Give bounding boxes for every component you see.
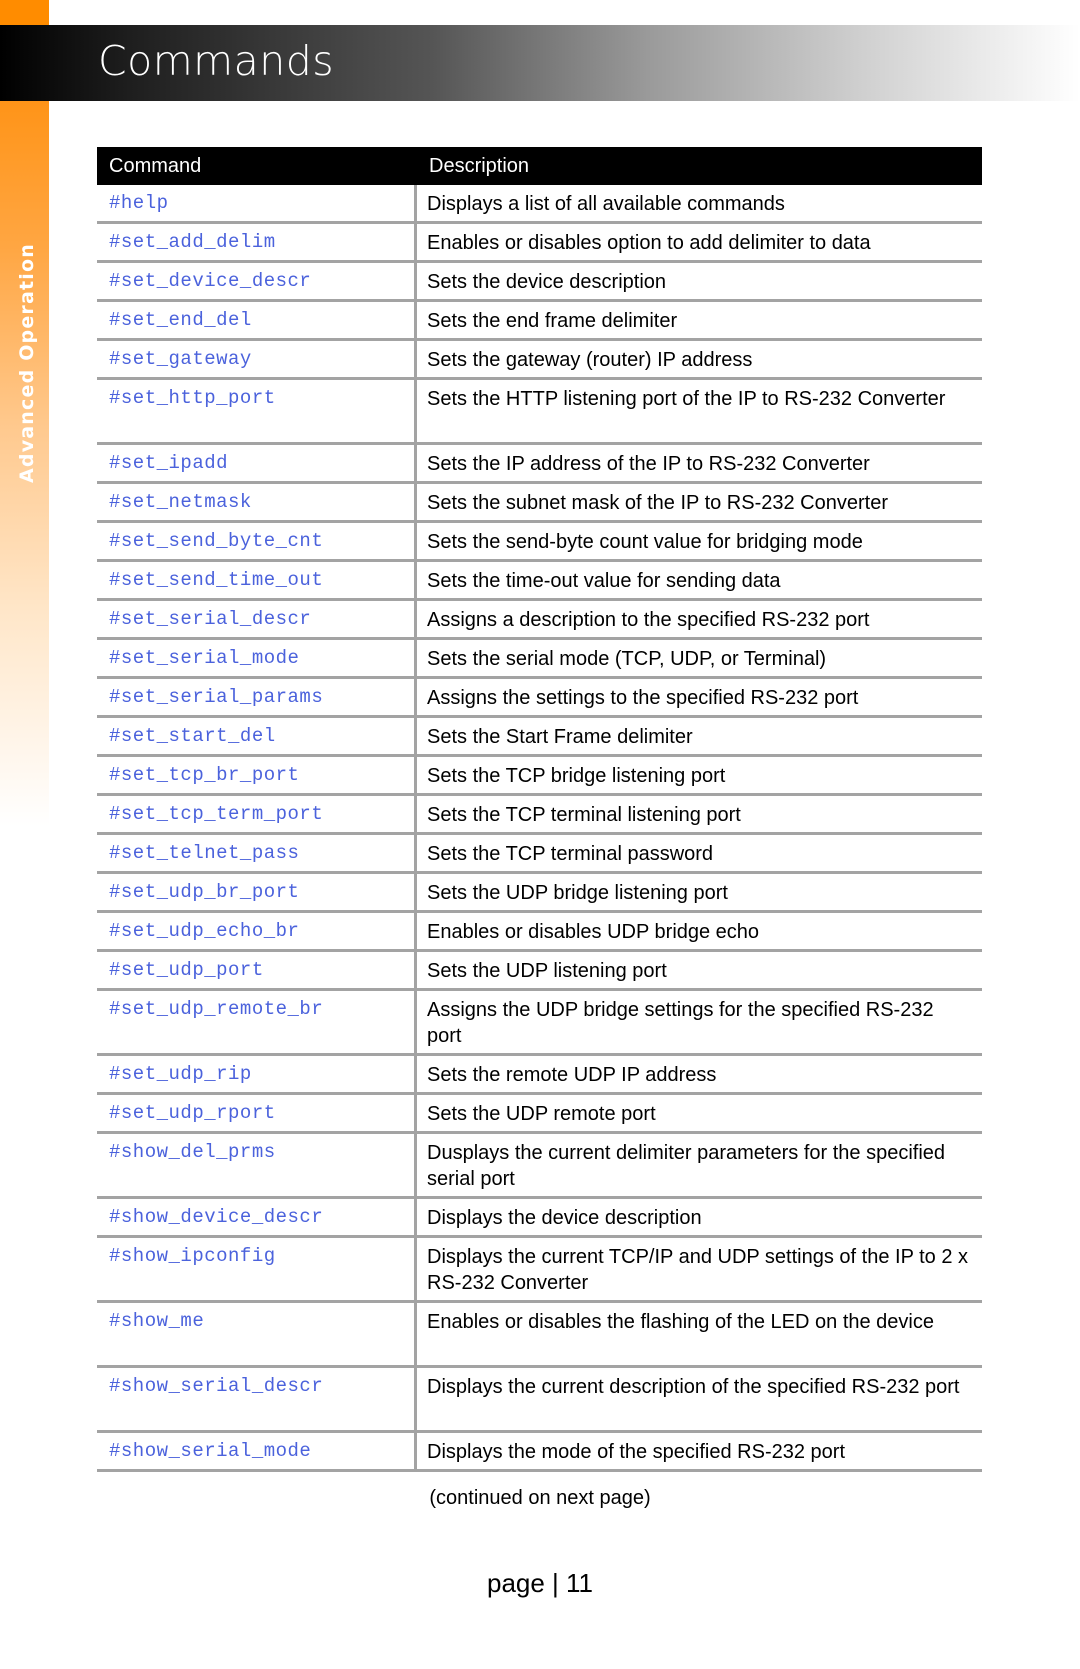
command-cell: #set_send_byte_cnt xyxy=(97,523,417,559)
table-row: #set_ipadd Sets the IP address of the IP … xyxy=(97,445,982,484)
table-row: #set_serial_descr Assigns a description t… xyxy=(97,601,982,640)
table-body: #help Displays a list of all available co… xyxy=(97,185,982,1472)
table-row: #set_udp_remote_br Assigns the UDP bridge… xyxy=(97,991,982,1056)
command-cell: #set_gateway xyxy=(97,341,417,377)
description-cell: Enables or disables the flashing of the … xyxy=(427,1311,934,1333)
table-row: #set_end_del Sets the end frame delimiter xyxy=(97,302,982,341)
table-row: #set_http_port Sets the HTTP listening po… xyxy=(97,380,982,445)
table-row: #set_netmask Sets the subnet mask of the … xyxy=(97,484,982,523)
table-row: #set_telnet_pass Sets the TCP terminal pa… xyxy=(97,835,982,874)
command-cell: #show_del_prms xyxy=(97,1134,417,1196)
column-header-description: Description xyxy=(429,154,530,177)
command-cell: #set_add_delim xyxy=(97,224,417,260)
description-cell: Displays the current description of the … xyxy=(427,1376,960,1398)
table-row: #set_serial_params Assigns the settings t… xyxy=(97,679,982,718)
table-row: #set_udp_echo_br Enables or disables UDP … xyxy=(97,913,982,952)
description-cell: Assigns the settings to the specified RS… xyxy=(427,687,859,709)
command-cell: #show_ipconfig xyxy=(97,1238,417,1300)
command-cell: #show_me xyxy=(97,1303,417,1365)
section-tab-accent xyxy=(0,0,49,25)
description-cell: Assigns a description to the specified R… xyxy=(427,609,870,631)
command-cell: #help xyxy=(97,185,417,221)
command-cell: #show_serial_descr xyxy=(97,1368,417,1430)
table-row: #show_del_prms Dusplays the current delim… xyxy=(97,1134,982,1199)
command-cell: #set_serial_mode xyxy=(97,640,417,676)
table-row: #set_tcp_br_port Sets the TCP bridge list… xyxy=(97,757,982,796)
description-cell: Sets the TCP terminal password xyxy=(427,843,714,865)
command-cell: #set_netmask xyxy=(97,484,417,520)
description-cell: Dusplays the current delimiter parameter… xyxy=(427,1142,946,1190)
command-cell: #set_ipadd xyxy=(97,445,417,481)
command-cell: #set_udp_rip xyxy=(97,1056,417,1092)
description-cell: Sets the serial mode (TCP, UDP, or Termi… xyxy=(427,648,827,670)
page-number: page | 11 xyxy=(486,1568,594,1598)
table-row: #set_add_delim Enables or disables option… xyxy=(97,224,982,263)
section-sidebar: Advanced Operation xyxy=(0,101,49,826)
table-row: #set_device_descr Sets the device descrip… xyxy=(97,263,982,302)
continued-note: (continued on next page) xyxy=(429,1487,651,1509)
command-cell: #set_udp_br_port xyxy=(97,874,417,910)
command-cell: #set_udp_remote_br xyxy=(97,991,417,1053)
command-cell: #set_end_del xyxy=(97,302,417,338)
command-cell: #set_send_time_out xyxy=(97,562,417,598)
table-row: #set_serial_mode Sets the serial mode (TC… xyxy=(97,640,982,679)
command-cell: #set_tcp_br_port xyxy=(97,757,417,793)
table-row: #set_udp_rip Sets the remote UDP IP addre… xyxy=(97,1056,982,1095)
section-label: Advanced Operation xyxy=(16,242,38,484)
description-cell: Assigns the UDP bridge settings for the … xyxy=(427,999,934,1047)
description-cell: Sets the device description xyxy=(427,271,667,293)
description-cell: Sets the time-out value for sending data xyxy=(427,570,781,592)
command-cell: #set_start_del xyxy=(97,718,417,754)
command-cell: #set_tcp_term_port xyxy=(97,796,417,832)
description-cell: Displays a list of all available command… xyxy=(427,193,785,215)
table-row: #set_tcp_term_port Sets the TCP terminal … xyxy=(97,796,982,835)
description-cell: Sets the UDP bridge listening port xyxy=(427,882,728,904)
command-cell: #set_serial_params xyxy=(97,679,417,715)
description-cell: Sets the IP address of the IP to RS-232 … xyxy=(427,453,870,475)
description-cell: Sets the subnet mask of the IP to RS-232… xyxy=(427,492,888,514)
description-cell: Enables or disables option to add delimi… xyxy=(427,232,871,254)
table-row: #set_udp_br_port Sets the UDP bridge list… xyxy=(97,874,982,913)
table-row: #set_udp_port Sets the UDP listening port xyxy=(97,952,982,991)
command-cell: #set_device_descr xyxy=(97,263,417,299)
table-row: #show_ipconfig Displays the current TCP/I… xyxy=(97,1238,982,1303)
description-cell: Displays the mode of the specified RS-23… xyxy=(427,1441,845,1463)
command-cell: #show_serial_mode xyxy=(97,1433,417,1469)
description-cell: Sets the HTTP listening port of the IP t… xyxy=(427,388,946,410)
column-header-command: Command xyxy=(109,154,202,177)
table-row: #show_serial_descr Displays the current d… xyxy=(97,1368,982,1433)
description-cell: Sets the UDP listening port xyxy=(427,960,667,982)
command-cell: #show_device_descr xyxy=(97,1199,417,1235)
description-cell: Sets the TCP bridge listening port xyxy=(427,765,726,787)
commands-table: Command Description #help Displays a list… xyxy=(97,147,982,1472)
description-cell: Sets the end frame delimiter xyxy=(427,310,678,332)
table-row: #set_start_del Sets the Start Frame delim… xyxy=(97,718,982,757)
table-row: #show_device_descr Displays the device de… xyxy=(97,1199,982,1238)
description-cell: Sets the gateway (router) IP address xyxy=(427,349,753,371)
table-row: #set_gateway Sets the gateway (router) IP… xyxy=(97,341,982,380)
description-cell: Sets the send-byte count value for bridg… xyxy=(427,531,863,553)
page-title: Commands xyxy=(98,37,335,85)
command-cell: #set_http_port xyxy=(97,380,417,442)
table-row: #show_me Enables or disables the flashing… xyxy=(97,1303,982,1368)
table-row: #help Displays a list of all available co… xyxy=(97,185,982,224)
description-cell: Sets the UDP remote port xyxy=(427,1103,656,1125)
table-row: #set_send_byte_cnt Sets the send-byte cou… xyxy=(97,523,982,562)
command-cell: #set_telnet_pass xyxy=(97,835,417,871)
description-cell: Enables or disables UDP bridge echo xyxy=(427,921,760,943)
table-row: #show_serial_mode Displays the mode of th… xyxy=(97,1433,982,1472)
description-cell: Displays the current TCP/IP and UDP sett… xyxy=(427,1246,969,1294)
page-header-banner: Commands xyxy=(0,25,1080,101)
table-header: Command Description xyxy=(97,147,982,185)
command-cell: #set_udp_port xyxy=(97,952,417,988)
description-cell: Sets the TCP terminal listening port xyxy=(427,804,741,826)
command-cell: #set_udp_echo_br xyxy=(97,913,417,949)
command-cell: #set_udp_rport xyxy=(97,1095,417,1131)
description-cell: Sets the remote UDP IP address xyxy=(427,1064,717,1086)
table-row: #set_send_time_out Sets the time-out valu… xyxy=(97,562,982,601)
description-cell: Displays the device description xyxy=(427,1207,702,1229)
command-cell: #set_serial_descr xyxy=(97,601,417,637)
description-cell: Sets the Start Frame delimiter xyxy=(427,726,693,748)
table-row: #set_udp_rport Sets the UDP remote port xyxy=(97,1095,982,1134)
